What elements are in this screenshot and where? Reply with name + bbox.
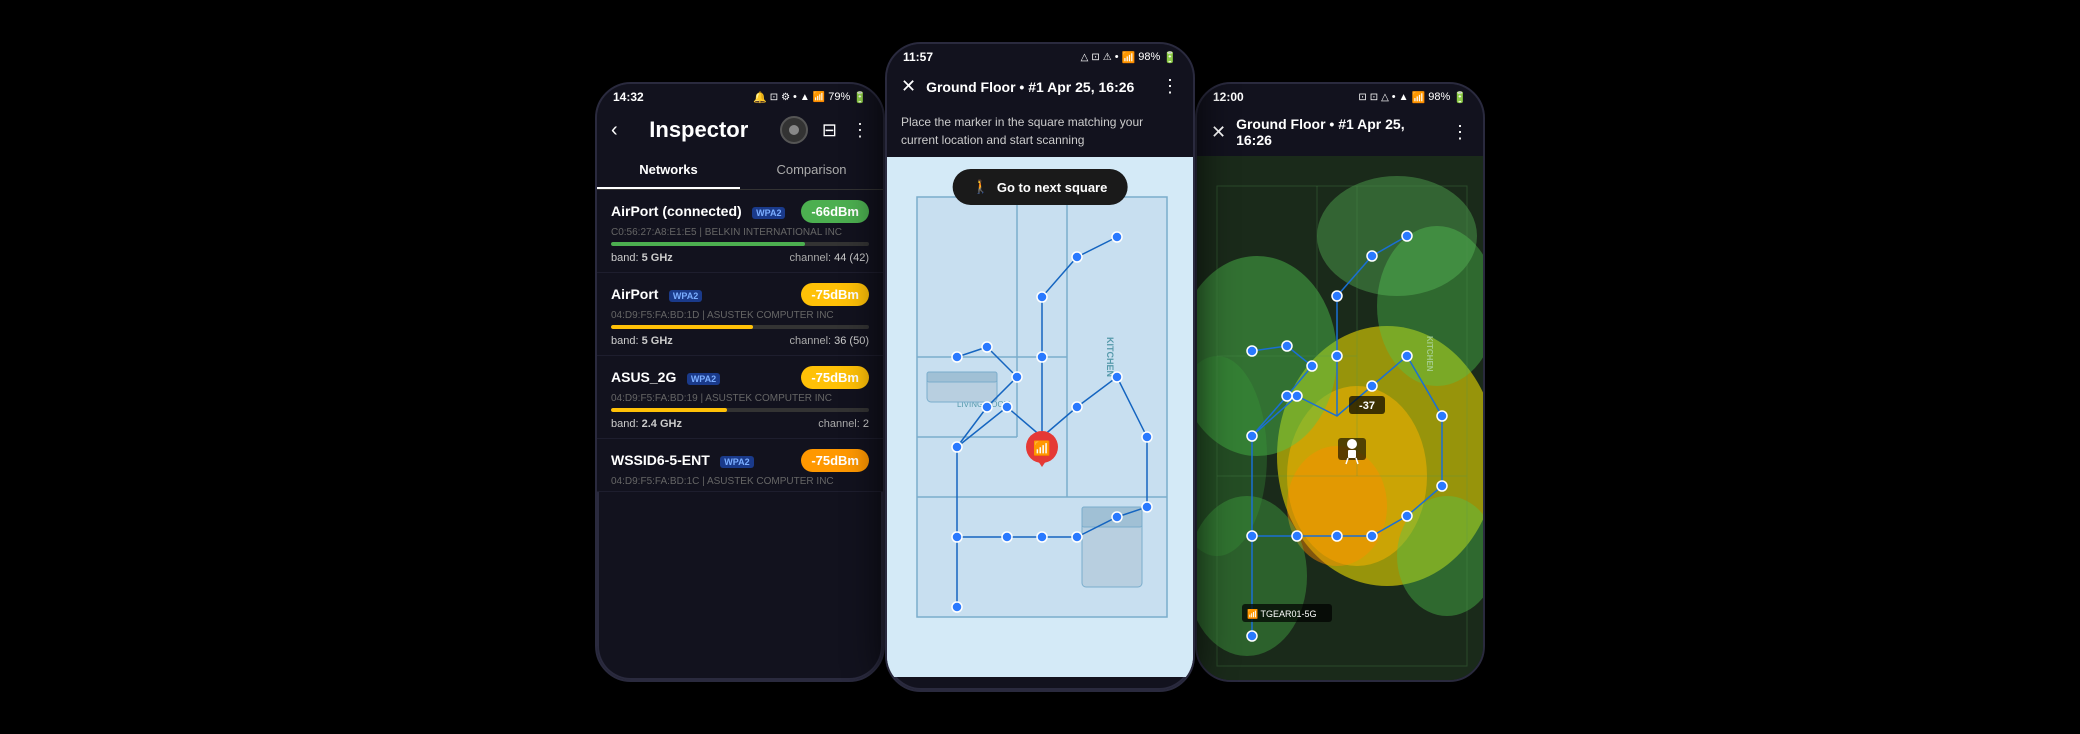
go-next-button[interactable]: 🚶 Go to next square <box>953 169 1128 205</box>
signal-bar-2 <box>611 325 753 329</box>
network-item-4[interactable]: WSSID6-5-ENT WPA2 -75dBm 04:D9:F5:FA:BD:… <box>597 439 883 492</box>
svg-text:KITCHEN: KITCHEN <box>1105 337 1115 377</box>
network-name-2: AirPort WPA2 <box>611 286 702 304</box>
time-center: 11:57 <box>903 50 933 64</box>
network-row-1: AirPort (connected) WPA2 -66dBm <box>611 200 869 223</box>
more-menu-right[interactable]: ⋮ <box>1451 122 1469 143</box>
heatmap-area[interactable]: KITCHEN <box>1197 156 1483 682</box>
network-detail-3: band: 2.4 GHz channel: 2 <box>611 418 869 438</box>
network-item-2[interactable]: AirPort WPA2 -75dBm 04:D9:F5:FA:BD:1D | … <box>597 273 883 356</box>
battery-left: 79% <box>828 91 850 103</box>
tab-networks[interactable]: Networks <box>597 152 740 189</box>
filter-icon[interactable]: ⊟ <box>822 120 837 141</box>
notification-icon: 🔔 <box>753 91 767 104</box>
signal-bar-container-2 <box>611 325 869 329</box>
network-row-4: WSSID6-5-ENT WPA2 -75dBm <box>611 449 869 472</box>
floor-title: Ground Floor • #1 Apr 25, 16:26 <box>926 79 1151 95</box>
signal-bar-1 <box>611 242 805 246</box>
network-item-1[interactable]: AirPort (connected) WPA2 -66dBm C0:56:27… <box>597 190 883 273</box>
walk-icon: 🚶 <box>973 179 989 195</box>
status-icons-right: ⊡ ⊡ △ • ▲ 📶 98% 🔋 <box>1358 91 1467 104</box>
heatmap-svg: KITCHEN <box>1197 156 1483 682</box>
phone-center: 11:57 △ ⊡ ⚠ • 📶 98% 🔋 ✕ Ground Floor • #… <box>885 42 1195 692</box>
wifi-right: 📶 <box>1412 91 1426 104</box>
battery-center: 98% <box>1138 51 1160 63</box>
signal-bar-container-1 <box>611 242 869 246</box>
network-list: AirPort (connected) WPA2 -66dBm C0:56:27… <box>597 190 883 492</box>
signal-badge-3: -75dBm <box>801 366 869 389</box>
battery-icon-center: 🔋 <box>1163 51 1177 64</box>
status-bar-right: 12:00 ⊡ ⊡ △ • ▲ 📶 98% 🔋 <box>1197 84 1483 108</box>
signal-icon: ▲ <box>800 92 810 103</box>
status-bar-center: 11:57 △ ⊡ ⚠ • 📶 98% 🔋 <box>887 44 1193 68</box>
battery-icon-right: 🔋 <box>1453 91 1467 104</box>
network-mac-4: 04:D9:F5:FA:BD:1C | ASUSTEK COMPUTER INC <box>611 476 869 487</box>
signal-bar-3 <box>611 408 727 412</box>
time-right: 12:00 <box>1213 90 1244 104</box>
svg-text:📶 TGEAR01-5G: 📶 TGEAR01-5G <box>1247 608 1317 619</box>
network-mac-2: 04:D9:F5:FA:BD:1D | ASUSTEK COMPUTER INC <box>611 310 869 321</box>
wifi-signal-icon: 📶 <box>813 92 825 103</box>
status-icons-center: △ ⊡ ⚠ • 📶 98% 🔋 <box>1081 51 1177 64</box>
dot-icon: • <box>793 91 797 103</box>
close-button[interactable]: ✕ <box>901 76 916 97</box>
floor-map[interactable]: KITCHEN LIVING ROOM BEDROOM <box>887 157 1193 677</box>
status-icons-left: 🔔 ⊡ ⚙ • ▲ 📶 79% 🔋 <box>753 91 867 104</box>
floor-title-right: Ground Floor • #1 Apr 25, 16:26 <box>1236 116 1441 148</box>
status-bar-left: 14:32 🔔 ⊡ ⚙ • ▲ 📶 79% 🔋 <box>597 84 883 108</box>
record-button[interactable] <box>780 116 808 144</box>
svg-text:-37: -37 <box>1359 400 1375 412</box>
tab-comparison[interactable]: Comparison <box>740 152 883 189</box>
more-menu-button[interactable]: ⋮ <box>851 120 869 141</box>
phone-left: 14:32 🔔 ⊡ ⚙ • ▲ 📶 79% 🔋 ‹ Inspector ⊟ ⋮ <box>595 82 885 682</box>
svg-text:KITCHEN: KITCHEN <box>1425 336 1434 372</box>
location-icon: △ <box>1081 52 1089 63</box>
network-mac-3: 04:D9:F5:FA:BD:19 | ASUSTEK COMPUTER INC <box>611 393 869 404</box>
wifi-signal-center: 📶 <box>1122 51 1136 64</box>
settings-icon: ⚙ <box>781 92 790 103</box>
back-button[interactable]: ‹ <box>611 119 618 142</box>
network-row-3: ASUS_2G WPA2 -75dBm <box>611 366 869 389</box>
battery-icon: 🔋 <box>853 91 867 104</box>
network-detail-2: band: 5 GHz channel: 36 (50) <box>611 335 869 355</box>
phones-container: 14:32 🔔 ⊡ ⚙ • ▲ 📶 79% 🔋 ‹ Inspector ⊟ ⋮ <box>0 0 2080 734</box>
network-row-2: AirPort WPA2 -75dBm <box>611 283 869 306</box>
signal-right: ▲ <box>1399 92 1409 103</box>
more-menu-center[interactable]: ⋮ <box>1161 76 1179 97</box>
floor-plan-svg: KITCHEN LIVING ROOM BEDROOM <box>887 157 1193 677</box>
network-name-1: AirPort (connected) WPA2 <box>611 203 785 221</box>
dot-center: • <box>1115 51 1119 63</box>
signal-badge-4: -75dBm <box>801 449 869 472</box>
camera-icon: ⊡ <box>1091 52 1099 63</box>
signal-badge-2: -75dBm <box>801 283 869 306</box>
signal-badge-1: -66dBm <box>801 200 869 223</box>
network-item-3[interactable]: ASUS_2G WPA2 -75dBm 04:D9:F5:FA:BD:19 | … <box>597 356 883 439</box>
wifi-label: 📶 TGEAR01-5G <box>1242 604 1332 622</box>
network-mac-1: C0:56:27:A8:E1:E5 | BELKIN INTERNATIONAL… <box>611 227 869 238</box>
clock-icon-right: ⊡ <box>1358 92 1366 103</box>
inspector-header-icons: ⊟ ⋮ <box>780 116 869 144</box>
tabs-left: Networks Comparison <box>597 152 883 190</box>
signal-bar-container-3 <box>611 408 869 412</box>
inspector-header: ‹ Inspector ⊟ ⋮ <box>597 108 883 152</box>
battery-right: 98% <box>1428 91 1450 103</box>
dot-right: • <box>1392 91 1396 103</box>
alert-icon: ⚠ <box>1103 52 1112 63</box>
network-name-4: WSSID6-5-ENT WPA2 <box>611 452 754 470</box>
svg-text:📶: 📶 <box>1033 440 1050 457</box>
time-left: 14:32 <box>613 90 644 104</box>
signal-strength-label: -37 <box>1349 396 1385 414</box>
floor-header-right: ✕ Ground Floor • #1 Apr 25, 16:26 ⋮ <box>1197 108 1483 156</box>
screenshot-icon: ⊡ <box>770 92 778 103</box>
phone-right: 12:00 ⊡ ⊡ △ • ▲ 📶 98% 🔋 ✕ Ground Floor •… <box>1195 82 1485 682</box>
camera-icon-right: ⊡ <box>1370 92 1378 103</box>
network-detail-1: band: 5 GHz channel: 44 (42) <box>611 252 869 272</box>
floor-hint: Place the marker in the square matching … <box>887 105 1193 157</box>
record-dot <box>789 125 799 135</box>
close-button-right[interactable]: ✕ <box>1211 122 1226 143</box>
network-name-3: ASUS_2G WPA2 <box>611 369 720 387</box>
alert-icon-right: △ <box>1381 92 1389 103</box>
inspector-title: Inspector <box>649 117 748 143</box>
floor-header: ✕ Ground Floor • #1 Apr 25, 16:26 ⋮ <box>887 68 1193 105</box>
